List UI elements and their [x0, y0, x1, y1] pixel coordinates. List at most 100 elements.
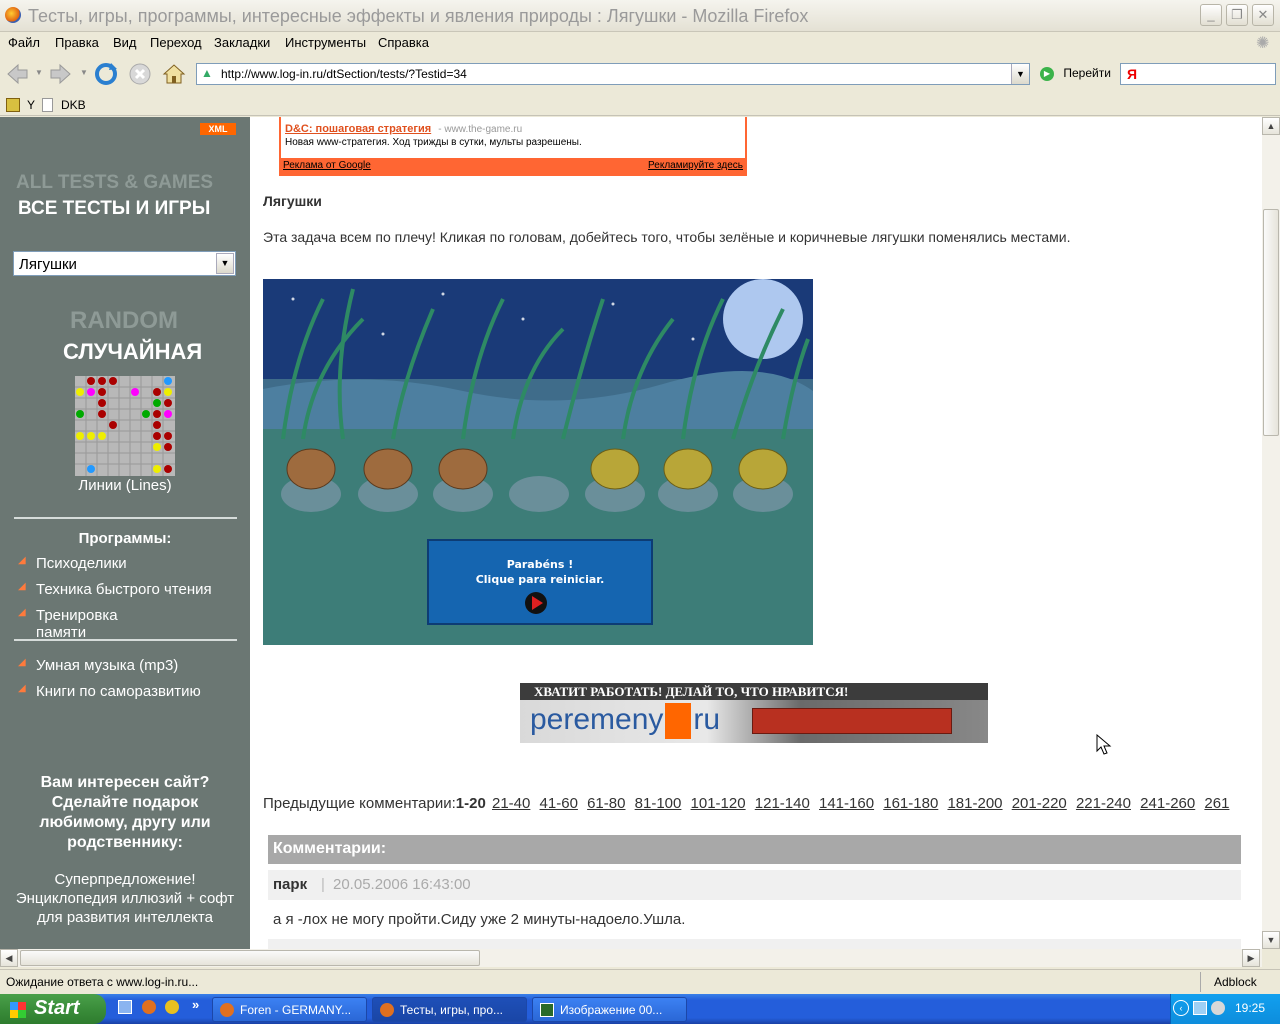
scroll-up-icon[interactable]: ▲	[1262, 117, 1280, 135]
task-button[interactable]: Foren - GERMANY...	[212, 997, 367, 1022]
extra-link[interactable]: Умная музыка (mp3)	[36, 657, 178, 674]
stop-icon[interactable]	[127, 61, 153, 87]
adblock-label[interactable]: Adblock	[1214, 975, 1257, 989]
firefox-icon	[220, 1003, 234, 1017]
close-button[interactable]: ✕	[1252, 4, 1274, 26]
main-content: D&C: пошаговая стратегия - www.the-game.…	[250, 117, 1262, 949]
pager-link[interactable]: 61-80	[587, 795, 625, 812]
url-text[interactable]: http://www.log-in.ru/dtSection/tests/?Te…	[221, 67, 467, 81]
pager-link[interactable]: 221-240	[1076, 795, 1131, 812]
game-msg-line1: Parabéns !	[507, 558, 574, 571]
promo-text[interactable]: Суперпредложение! Энциклопедия иллюзий +…	[10, 870, 240, 927]
all-tests-ru[interactable]: ВСЕ ТЕСТЫ И ИГРЫ	[18, 198, 210, 220]
network-icon[interactable]	[1193, 1001, 1207, 1015]
status-text: Ожидание ответа с www.log-in.ru...	[6, 975, 199, 989]
menu-go[interactable]: Переход	[150, 35, 202, 50]
pager-link[interactable]: 101-120	[691, 795, 746, 812]
menu-tools[interactable]: Инструменты	[285, 35, 366, 50]
scroll-down-icon[interactable]: ▼	[1262, 931, 1280, 949]
pager-link[interactable]: 41-60	[540, 795, 578, 812]
start-button[interactable]: Start	[0, 994, 106, 1024]
random-game-label[interactable]: Линии (Lines)	[0, 477, 250, 494]
scroll-left-icon[interactable]: ◀	[0, 949, 18, 967]
firefox-icon	[5, 7, 21, 23]
back-icon[interactable]	[4, 61, 30, 87]
divider	[14, 639, 237, 641]
menu-help[interactable]: Справка	[378, 35, 429, 50]
pager-link[interactable]: 181-200	[947, 795, 1002, 812]
task-label: Тесты, игры, про...	[400, 1003, 504, 1017]
volume-icon[interactable]	[1211, 1001, 1225, 1015]
bullet-icon: ◢	[18, 683, 26, 694]
peremeny-banner[interactable]: ХВАТИТ РАБОТАТЬ! ДЕЛАЙ ТО, ЧТО НРАВИТСЯ!…	[520, 683, 988, 743]
bookmark-y[interactable]: Y	[27, 98, 35, 112]
ad-domain: - www.the-game.ru	[438, 124, 523, 135]
back-dropdown-icon[interactable]: ▼	[35, 68, 43, 77]
task-button-active[interactable]: Тесты, игры, про...	[372, 997, 527, 1022]
url-bar[interactable]: ▲ http://www.log-in.ru/dtSection/tests/?…	[196, 63, 1030, 85]
advertise-here-link[interactable]: Рекламируйте здесь	[648, 160, 743, 171]
pager-link[interactable]: 201-220	[1012, 795, 1067, 812]
menu-edit[interactable]: Правка	[55, 35, 99, 50]
reload-icon[interactable]	[93, 61, 119, 87]
site-icon: ▲	[201, 66, 213, 80]
forward-dropdown-icon[interactable]: ▼	[80, 68, 88, 77]
maximize-button[interactable]: ❐	[1226, 4, 1248, 26]
tray-expand-icon[interactable]: ‹	[1173, 1000, 1189, 1016]
quicklaunch-icon[interactable]	[118, 1000, 132, 1014]
extra-link[interactable]: Книги по саморазвитию	[36, 683, 201, 700]
pager-link[interactable]: 261	[1204, 795, 1229, 812]
menu-bookmarks[interactable]: Закладки	[214, 35, 270, 50]
program-link[interactable]: Психоделики	[36, 555, 127, 572]
menu-file[interactable]: Файл	[8, 35, 40, 50]
url-dropdown-icon[interactable]: ▼	[1011, 64, 1029, 84]
horizontal-scrollbar[interactable]: ◀ ▶	[0, 949, 1262, 967]
hscroll-thumb[interactable]	[20, 950, 480, 966]
pager-link[interactable]: 141-160	[819, 795, 874, 812]
ad-text: Новая www-стратегия. Ход трижды в сутки,…	[285, 137, 582, 148]
pager-link[interactable]: 241-260	[1140, 795, 1195, 812]
ads-by-google-link[interactable]: Реклама от Google	[283, 160, 371, 171]
game-scene[interactable]: Parabéns ! Clique para reiniciar.	[263, 279, 813, 645]
page-icon	[42, 98, 53, 112]
app-quicklaunch-icon[interactable]	[165, 1000, 179, 1014]
scroll-right-icon[interactable]: ▶	[1242, 949, 1260, 967]
banner-slogan: ХВАТИТ РАБОТАТЬ! ДЕЛАЙ ТО, ЧТО НРАВИТСЯ!	[534, 684, 849, 699]
quicklaunch-more-icon[interactable]: »	[192, 997, 199, 1012]
throbber-icon: ✺	[1256, 35, 1270, 52]
pager-link[interactable]: 121-140	[755, 795, 810, 812]
scroll-thumb[interactable]	[1263, 209, 1279, 436]
promo-heading: Вам интересен сайт? Сделайте подарок люб…	[39, 774, 211, 851]
chevron-down-icon[interactable]: ▼	[216, 253, 234, 274]
forward-icon[interactable]	[48, 61, 74, 87]
yandex-search-box[interactable]: Я	[1120, 63, 1276, 85]
bookmark-dkb[interactable]: DKB	[61, 98, 86, 112]
program-link[interactable]: Тренировка памяти	[36, 607, 118, 641]
comment-author: парк	[273, 876, 308, 893]
task-button[interactable]: Изображение 00...	[532, 997, 687, 1022]
program-link[interactable]: Техника быстрого чтения	[36, 581, 212, 598]
taskbar: Start » Foren - GERMANY... Тесты, игры, …	[0, 994, 1280, 1024]
firefox-quicklaunch-icon[interactable]	[142, 1000, 156, 1014]
title-bar: Тесты, игры, программы, интересные эффек…	[0, 0, 1280, 32]
menu-view[interactable]: Вид	[113, 35, 137, 50]
vertical-scrollbar[interactable]: ▲ ▼	[1262, 117, 1280, 949]
pager-link[interactable]: 161-180	[883, 795, 938, 812]
firefox-icon	[380, 1003, 394, 1017]
all-tests-en: ALL TESTS & GAMES	[16, 172, 214, 193]
windows-logo-icon	[10, 1002, 26, 1018]
ad-title[interactable]: D&C: пошаговая стратегия	[285, 123, 431, 135]
pager-link[interactable]: 21-40	[492, 795, 530, 812]
go-icon: ▶	[1040, 66, 1054, 81]
window-title: Тесты, игры, программы, интересные эффек…	[28, 6, 809, 26]
go-button[interactable]: ▶ Перейти	[1040, 66, 1111, 81]
bullet-icon: ◢	[18, 555, 26, 566]
lines-game-thumbnail[interactable]	[75, 376, 175, 476]
image-viewer-icon	[540, 1003, 554, 1017]
pager-link[interactable]: 81-100	[635, 795, 682, 812]
frogs-game[interactable]: Parabéns ! Clique para reiniciar.	[263, 279, 813, 645]
game-select[interactable]: Лягушки ▼	[13, 251, 236, 276]
minimize-button[interactable]: _	[1200, 4, 1222, 26]
xml-badge[interactable]: XML	[200, 123, 236, 135]
home-icon[interactable]	[161, 61, 187, 87]
